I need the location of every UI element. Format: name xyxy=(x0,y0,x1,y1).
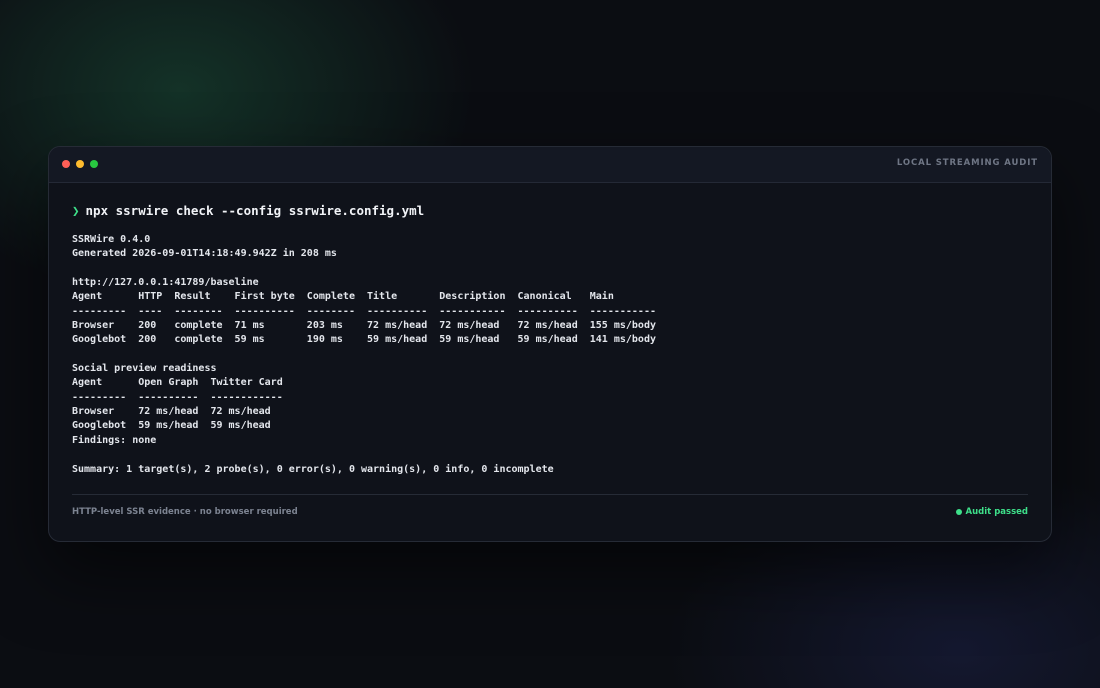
terminal-content: ❯ npx ssrwire check --config ssrwire.conf… xyxy=(72,203,1028,477)
output-line: --------- ---- -------- ---------- -----… xyxy=(72,305,656,317)
title-bar: LOCAL STREAMING AUDIT xyxy=(49,147,1051,183)
output-line: Browser 200 complete 71 ms 203 ms 72 ms/… xyxy=(72,320,656,332)
output-line: http://127.0.0.1:41789/baseline xyxy=(72,277,259,289)
prompt-chevron-icon: ❯ xyxy=(72,203,80,218)
output-line: Findings: none xyxy=(72,434,157,446)
output-line: Summary: 1 target(s), 2 probe(s), 0 erro… xyxy=(72,463,554,475)
output-line: SSRWire 0.4.0 xyxy=(72,234,151,245)
command-text: npx ssrwire check --config ssrwire.confi… xyxy=(85,203,425,218)
output-line: Agent HTTP Result First byte Complete Ti… xyxy=(72,291,614,303)
terminal-window: LOCAL STREAMING AUDIT ❯ npx ssrwire check… xyxy=(48,146,1052,542)
output-line: Browser 72 ms/head 72 ms/head xyxy=(72,406,271,418)
output-line: Social preview readiness xyxy=(72,363,217,375)
output-line: Generated 2026-09-01T14:18:49.942Z in 20… xyxy=(72,248,337,260)
status-dot-icon xyxy=(955,509,962,515)
footer-bar: HTTP-level SSR evidence · no browser req… xyxy=(72,494,1028,541)
output-line: Googlebot 59 ms/head 59 ms/head xyxy=(72,420,271,432)
status-text: Audit passed xyxy=(965,507,1028,517)
output-line: Agent Open Graph Twitter Card xyxy=(72,377,283,389)
minimize-window-button[interactable] xyxy=(76,160,84,168)
close-window-button[interactable] xyxy=(62,160,70,168)
output-line: Googlebot 200 complete 59 ms 190 ms 59 m… xyxy=(72,334,656,346)
status-badge: Audit passed xyxy=(955,507,1028,517)
footer-note: HTTP-level SSR evidence · no browser req… xyxy=(72,507,298,517)
command-line: ❯ npx ssrwire check --config ssrwire.conf… xyxy=(72,203,1028,219)
window-title: LOCAL STREAMING AUDIT xyxy=(896,158,1038,168)
maximize-window-button[interactable] xyxy=(90,160,98,168)
output-line: --------- ---------- ------------ xyxy=(72,391,283,403)
command-output: SSRWire 0.4.0 Generated 2026-09-01T14:18:… xyxy=(72,233,1028,477)
